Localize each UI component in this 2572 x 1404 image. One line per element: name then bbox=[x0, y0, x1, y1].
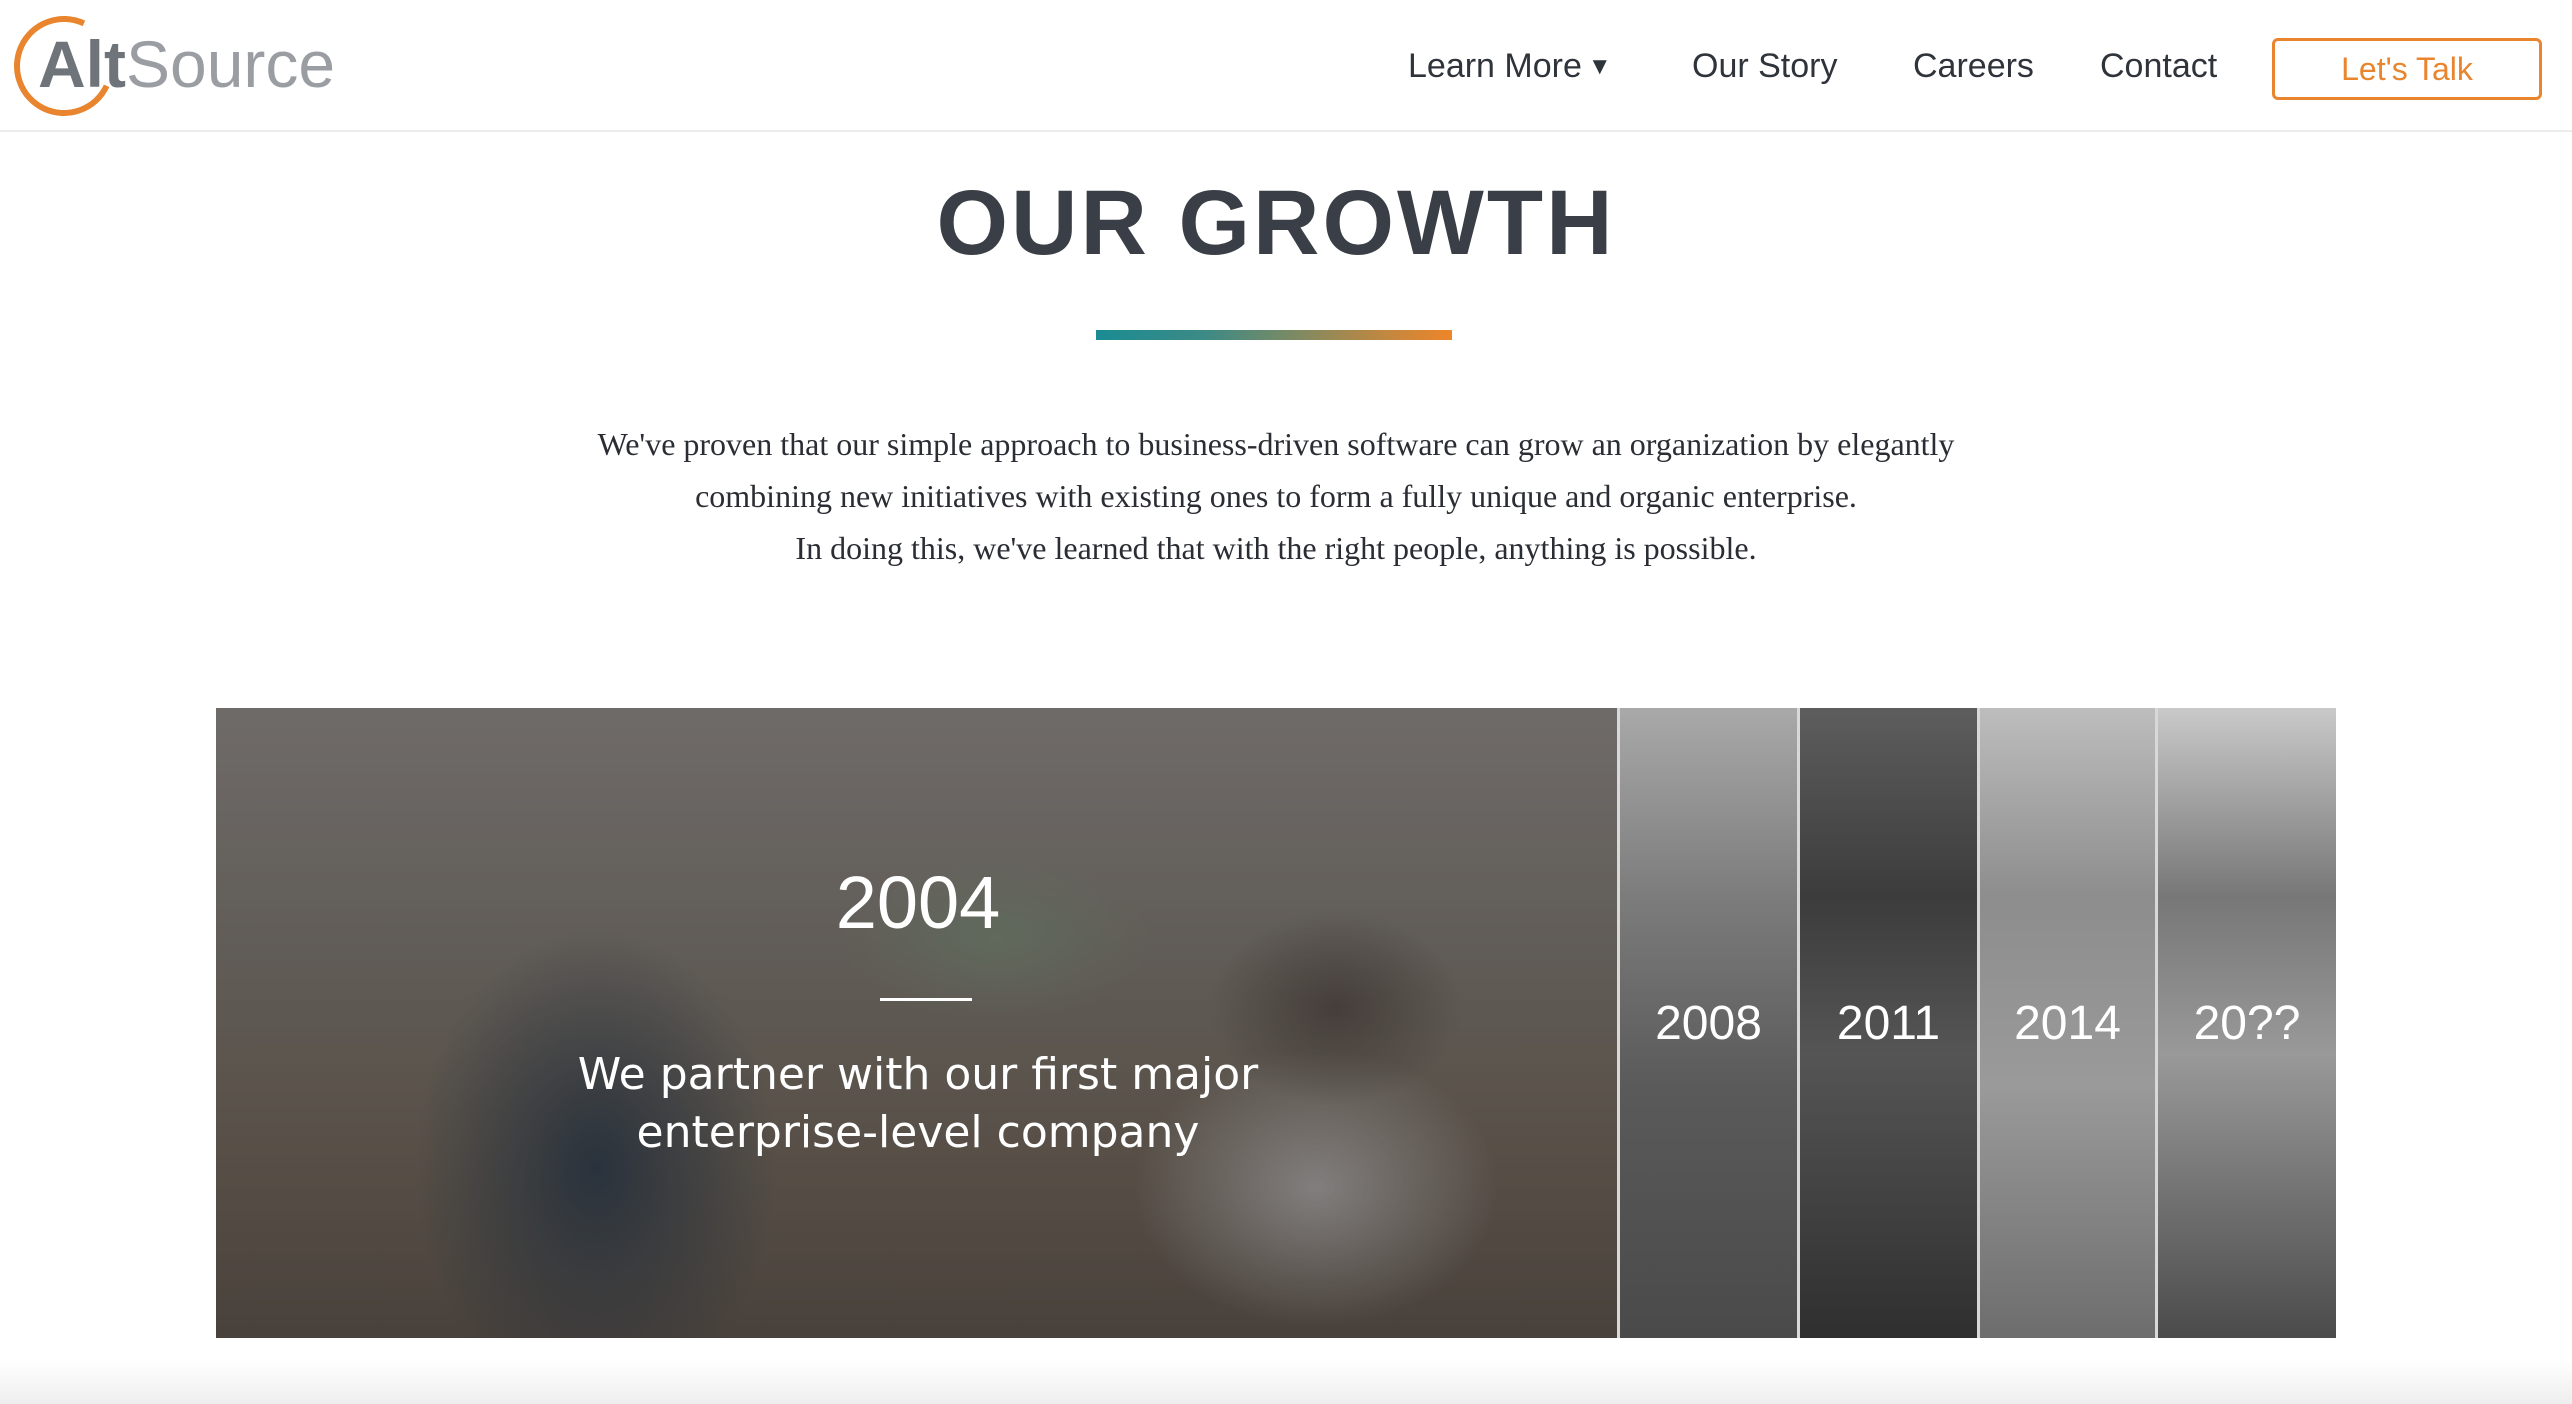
logo-prefix: Alt bbox=[38, 27, 126, 101]
timeline-year: 2011 bbox=[1836, 997, 1941, 1050]
chevron-down-icon: ▼ bbox=[1587, 53, 1612, 80]
timeline-year: 20?? bbox=[2193, 997, 2301, 1050]
intro-line: We've proven that our simple approach to… bbox=[597, 426, 1955, 462]
timeline-year-active: 2004 bbox=[835, 861, 1001, 944]
timeline-panel-2004[interactable]: 2004 We partner with our first major ent… bbox=[216, 708, 1620, 1338]
section-bottom-edge bbox=[0, 1360, 2572, 1404]
year-divider bbox=[880, 998, 972, 1001]
intro-paragraph: We've proven that our simple approach to… bbox=[300, 418, 2252, 574]
title-gradient-divider bbox=[1096, 330, 1452, 340]
timeline-panel-2008[interactable]: 2008 bbox=[1620, 708, 1800, 1338]
altsource-logo[interactable]: AltSource bbox=[0, 1, 338, 131]
logo-wordmark: AltSource bbox=[38, 24, 335, 104]
timeline-year: 2008 bbox=[1655, 997, 1762, 1050]
intro-line: In doing this, we've learned that with t… bbox=[795, 530, 1757, 566]
timeline-panel-future[interactable]: 20?? bbox=[2158, 708, 2336, 1338]
growth-timeline: 2004 We partner with our first major ent… bbox=[216, 708, 2336, 1338]
logo-suffix: Source bbox=[125, 27, 336, 101]
page-title: OUR GROWTH bbox=[936, 172, 1616, 274]
timeline-year: 2014 bbox=[2014, 997, 2121, 1050]
nav-careers[interactable]: Careers bbox=[1913, 44, 2034, 88]
timeline-description: We partner with our first major enterpri… bbox=[216, 1046, 1617, 1162]
nav-learn-more[interactable]: Learn More ▼ bbox=[1408, 44, 1612, 92]
lets-talk-button[interactable]: Let's Talk bbox=[2272, 38, 2542, 100]
nav-contact[interactable]: Contact bbox=[2100, 44, 2217, 88]
timeline-panel-2014[interactable]: 2014 bbox=[1980, 708, 2158, 1338]
intro-line: combining new initiatives with existing … bbox=[695, 478, 1857, 514]
description-line: enterprise-level company bbox=[636, 1107, 1200, 1158]
nav-learn-more-label: Learn More bbox=[1408, 47, 1582, 85]
nav-our-story[interactable]: Our Story bbox=[1692, 44, 1837, 88]
timeline-panel-2011[interactable]: 2011 bbox=[1800, 708, 1980, 1338]
site-header: AltSource Learn More ▼ Our Story Careers … bbox=[0, 0, 2572, 132]
description-line: We partner with our first major bbox=[577, 1049, 1259, 1100]
